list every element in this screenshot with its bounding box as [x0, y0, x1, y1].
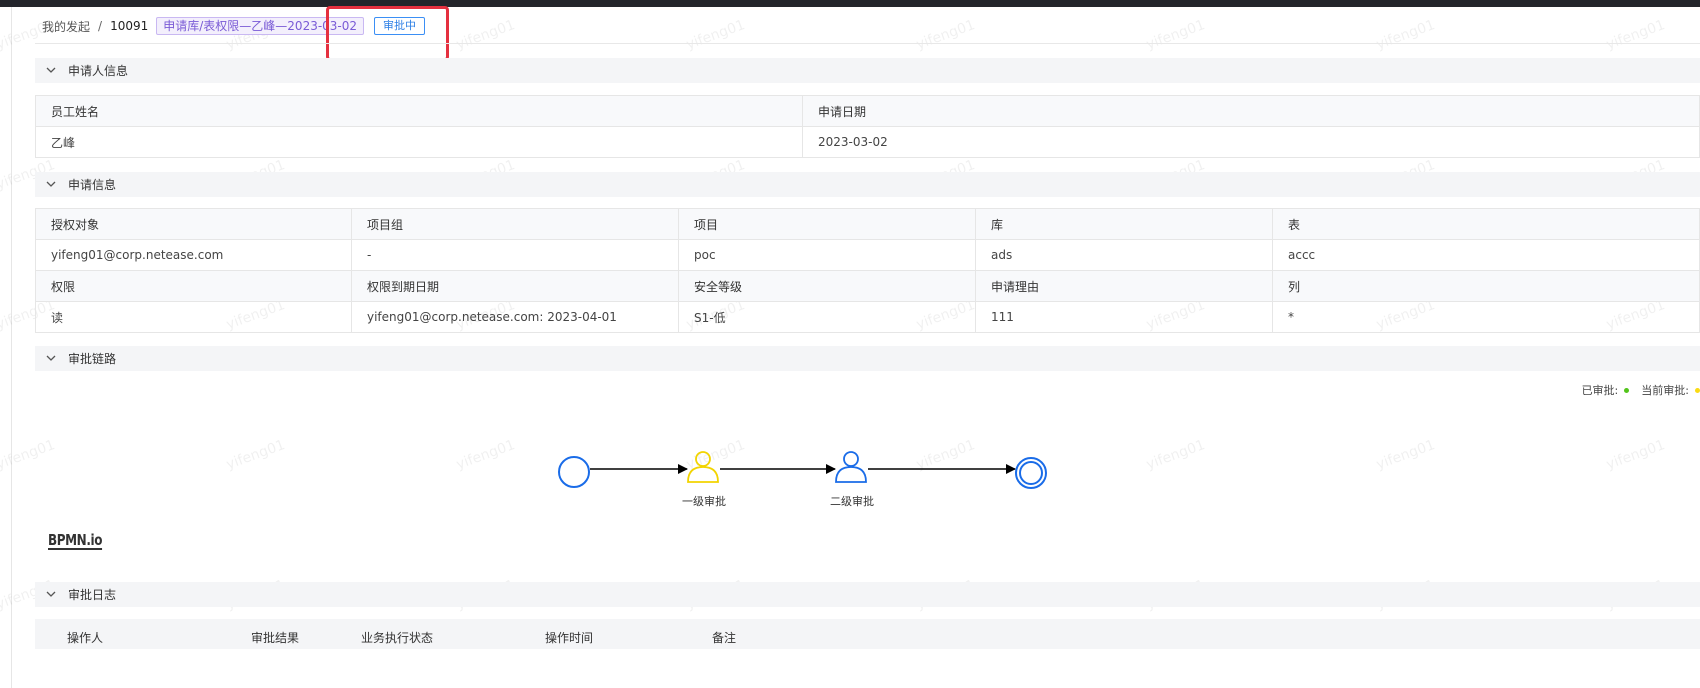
header-employee-name: 员工姓名: [35, 95, 803, 127]
value-permission: 读: [35, 301, 352, 333]
applicant-table: 员工姓名 申请日期 乙峰 2023-03-02: [35, 95, 1700, 158]
chevron-down-icon: [44, 178, 58, 192]
window-top-bar: [0, 0, 1700, 7]
value-apply-date: 2023-03-02: [802, 126, 1700, 158]
value-database: ads: [975, 239, 1273, 271]
value-project-group: -: [351, 239, 679, 271]
value-reason: 111: [975, 301, 1273, 333]
section-applicant-title: 申请人信息: [68, 64, 129, 78]
value-employee-name: 乙峰: [35, 126, 803, 158]
chevron-down-icon: [44, 588, 58, 602]
approval-legend: 已审批: 当前审批:: [1570, 382, 1700, 398]
log-header-result: 审批结果: [251, 631, 300, 645]
breadcrumb-my-requests[interactable]: 我的发起: [42, 18, 90, 35]
user-icon-level1[interactable]: [687, 451, 719, 483]
start-event[interactable]: [558, 456, 590, 488]
header-apply-date: 申请日期: [802, 95, 1700, 127]
left-divider: [11, 7, 12, 688]
header-divider: [35, 43, 1700, 44]
legend-approved-dot: [1624, 387, 1630, 393]
section-approval-log-header[interactable]: 审批日志: [35, 582, 1700, 607]
request-detail-page: yifeng01 yifeng01 yifeng01 yifeng01 yifeng01…: [0, 6, 1700, 688]
log-header-exec-status: 业务执行状态: [361, 631, 434, 645]
header-table: 表: [1272, 208, 1700, 240]
legend-current-dot: [1695, 387, 1700, 393]
value-columns: *: [1272, 301, 1700, 333]
section-applicant-header[interactable]: 申请人信息: [35, 58, 1700, 83]
section-approval-log-title: 审批日志: [68, 588, 117, 602]
legend-approved: 已审批:: [1582, 382, 1630, 398]
watermark-text: yifeng01: [1144, 17, 1208, 53]
header-project: 项目: [678, 208, 976, 240]
section-approval-chain-header[interactable]: 审批链路: [35, 346, 1700, 371]
approval-log-table-header: 操作人 审批结果 业务执行状态 操作时间 备注: [35, 619, 1700, 649]
node-label-level1: 一级审批: [682, 495, 726, 508]
value-table: accc: [1272, 239, 1700, 271]
legend-current: 当前审批:: [1641, 382, 1700, 398]
watermark-text: yifeng01: [454, 17, 518, 53]
log-header-remark: 备注: [712, 631, 737, 645]
header-permission: 权限: [35, 270, 352, 302]
legend-current-label: 当前审批:: [1641, 384, 1689, 397]
value-project: poc: [678, 239, 976, 271]
value-security-level: S1-低: [678, 301, 976, 333]
log-header-time: 操作时间: [545, 631, 594, 645]
node-label-level2: 二级审批: [830, 495, 874, 508]
watermark-text: yifeng01: [914, 17, 978, 53]
header-project-group: 项目组: [351, 208, 679, 240]
header-grantee: 授权对象: [35, 208, 352, 240]
watermark-text: yifeng01: [1374, 17, 1438, 53]
header-columns: 列: [1272, 270, 1700, 302]
bpmn-diagram: 一级审批 二级审批: [35, 417, 1700, 577]
user-icon-level2[interactable]: [835, 451, 867, 483]
header-reason: 申请理由: [975, 270, 1273, 302]
request-table: 授权对象 项目组 项目 库 表 yifeng01@corp.netease.co…: [35, 208, 1700, 333]
header-database: 库: [975, 208, 1273, 240]
annotation-highlight-box: [326, 6, 449, 61]
section-request-title: 申请信息: [68, 178, 117, 192]
header-expiry-date: 权限到期日期: [351, 270, 679, 302]
value-expiry-date: yifeng01@corp.netease.com: 2023-04-01: [351, 301, 679, 333]
watermark-text: yifeng01: [684, 17, 748, 53]
section-request-header[interactable]: 申请信息: [35, 172, 1700, 197]
request-id: 10091: [110, 19, 149, 33]
chevron-down-icon: [44, 64, 58, 78]
log-header-operator: 操作人: [67, 631, 104, 645]
value-grantee: yifeng01@corp.netease.com: [35, 239, 352, 271]
watermark-text: yifeng01: [1604, 17, 1668, 53]
bpmn-io-logo[interactable]: BPMN.io: [48, 531, 102, 549]
chevron-down-icon: [44, 352, 58, 366]
legend-approved-label: 已审批:: [1581, 384, 1619, 397]
header-security-level: 安全等级: [678, 270, 976, 302]
breadcrumb-separator: /: [98, 19, 103, 33]
section-approval-chain-title: 审批链路: [68, 352, 117, 366]
